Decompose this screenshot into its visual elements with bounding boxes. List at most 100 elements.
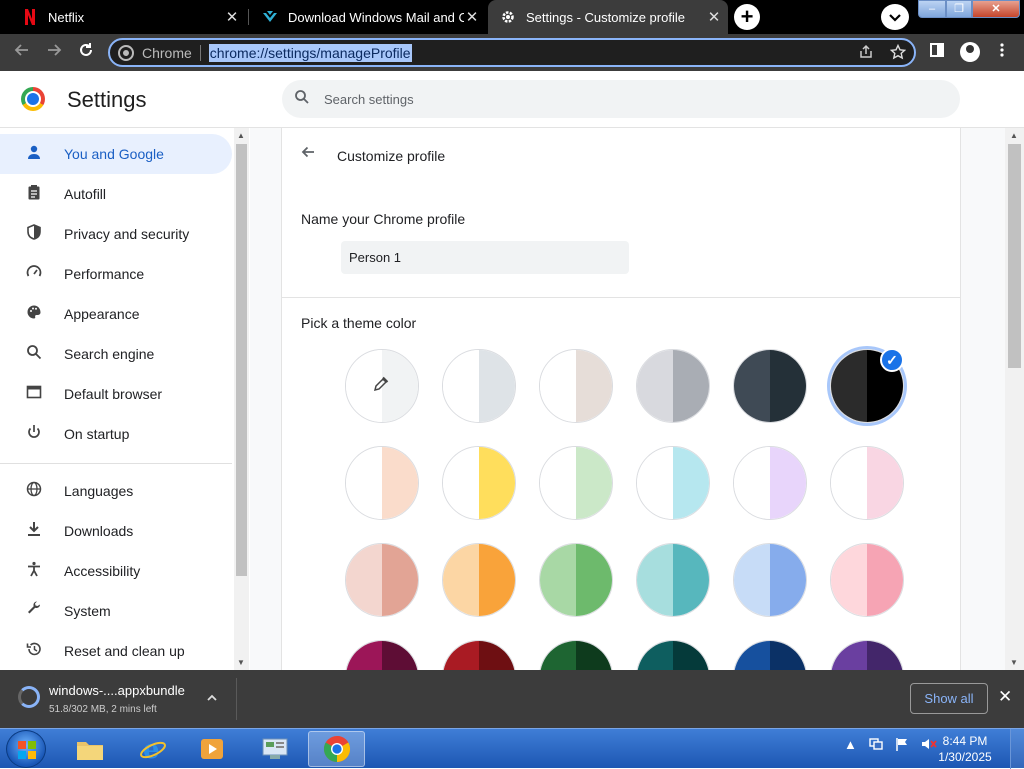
scroll-up-icon[interactable]: ▲ <box>237 131 245 140</box>
sidebar-item-reset-and-clean-up[interactable]: Reset and clean up <box>0 631 232 670</box>
sidebar-item-accessibility[interactable]: Accessibility <box>0 551 232 591</box>
action-center-flag-icon[interactable] <box>895 737 909 754</box>
back-button[interactable] <box>10 41 34 65</box>
theme-color-swatch[interactable] <box>733 640 807 673</box>
theme-color-swatch[interactable] <box>830 640 904 673</box>
scroll-down-icon[interactable]: ▼ <box>237 658 245 667</box>
theme-color-swatch[interactable] <box>345 543 419 617</box>
site-info-chip[interactable]: Chrome <box>118 44 192 61</box>
download-filename[interactable]: windows-....appxbundle <box>49 683 185 698</box>
theme-color-swatch[interactable] <box>636 446 710 520</box>
theme-color-swatch[interactable] <box>636 349 710 423</box>
minimize-button[interactable]: – <box>918 0 946 18</box>
theme-color-swatch[interactable] <box>345 640 419 673</box>
swatch-right-half <box>673 447 709 519</box>
system-tray: ▲ <box>844 737 937 754</box>
show-hidden-icons[interactable]: ▲ <box>844 737 857 754</box>
sidebar-item-performance[interactable]: Performance <box>0 254 232 294</box>
theme-color-swatch[interactable] <box>442 446 516 520</box>
profile-avatar-button[interactable] <box>960 42 980 62</box>
tab-download-windows-mail[interactable]: Download Windows Mail and Ca ✕ <box>250 0 486 34</box>
tab-settings[interactable]: Settings - Customize profile ✕ <box>488 0 728 34</box>
reload-button[interactable] <box>74 41 98 65</box>
taskbar-control-panel[interactable] <box>246 731 303 767</box>
sidebar-scrollbar[interactable]: ▲ ▼ <box>234 128 249 670</box>
tab-netflix[interactable]: Netflix ✕ <box>10 0 246 34</box>
theme-color-swatch[interactable] <box>636 640 710 673</box>
taskbar-media-player[interactable] <box>183 731 240 767</box>
tab-close-icon[interactable]: ✕ <box>706 8 722 26</box>
tab-close-icon[interactable]: ✕ <box>464 8 480 26</box>
back-arrow-icon[interactable] <box>300 144 316 165</box>
sidebar-item-downloads[interactable]: Downloads <box>0 511 232 551</box>
scroll-up-icon[interactable]: ▲ <box>1010 131 1018 140</box>
taskbar-clock[interactable]: 8:44 PM 1/30/2025 <box>930 733 1000 765</box>
download-options-button[interactable] <box>206 690 218 705</box>
url-text[interactable]: chrome://settings/manageProfile <box>208 43 412 62</box>
taskbar-chrome[interactable] <box>308 731 365 767</box>
swatch-right-half <box>770 447 806 519</box>
sidebar-scroll-thumb[interactable] <box>236 144 247 576</box>
theme-color-swatch[interactable] <box>345 349 419 423</box>
theme-color-swatch[interactable] <box>733 446 807 520</box>
show-desktop-button[interactable] <box>1010 729 1024 769</box>
tab-search-button[interactable] <box>881 4 909 30</box>
start-button[interactable] <box>6 730 46 768</box>
address-bar[interactable]: Chrome chrome://settings/manageProfile <box>108 38 916 67</box>
sidebar-item-privacy-and-security[interactable]: Privacy and security <box>0 214 232 254</box>
sidebar-item-label: Privacy and security <box>64 226 190 242</box>
sidebar-item-you-and-google[interactable]: You and Google <box>0 134 232 174</box>
theme-color-swatch[interactable] <box>733 349 807 423</box>
power-icon <box>24 424 44 444</box>
side-panel-icon[interactable] <box>929 42 945 63</box>
scroll-down-icon[interactable]: ▼ <box>1010 658 1018 667</box>
speedometer-icon <box>24 264 44 284</box>
forward-button[interactable] <box>42 41 66 65</box>
theme-color-swatch[interactable] <box>539 543 613 617</box>
theme-color-swatch[interactable] <box>539 640 613 673</box>
sidebar-item-languages[interactable]: Languages <box>0 471 232 511</box>
new-tab-button[interactable]: + <box>734 4 760 30</box>
sidebar-item-system[interactable]: System <box>0 591 232 631</box>
network-icon[interactable] <box>869 737 883 754</box>
swatch-left-half <box>831 447 867 519</box>
theme-color-swatch[interactable] <box>636 543 710 617</box>
more-menu-icon[interactable] <box>999 42 1005 63</box>
taskbar-internet-explorer[interactable]: e <box>124 731 181 767</box>
theme-color-swatch[interactable] <box>442 640 516 673</box>
windows-logo-icon <box>18 741 36 759</box>
taskbar-file-explorer[interactable] <box>61 731 118 767</box>
page-scroll-thumb[interactable] <box>1008 144 1021 368</box>
gear-icon <box>500 9 516 25</box>
show-all-downloads-button[interactable]: Show all <box>910 683 988 714</box>
theme-color-swatch[interactable] <box>830 446 904 520</box>
swatch-right-half <box>576 544 612 616</box>
close-window-button[interactable]: ✕ <box>972 0 1020 18</box>
customize-profile-card: Customize profile Name your Chrome profi… <box>281 128 961 673</box>
sidebar-item-label: On startup <box>64 426 130 442</box>
theme-color-swatch[interactable] <box>442 349 516 423</box>
swatch-left-half <box>831 544 867 616</box>
sidebar-item-appearance[interactable]: Appearance <box>0 294 232 334</box>
restore-button[interactable]: ❐ <box>946 0 972 18</box>
tab-close-icon[interactable]: ✕ <box>224 8 240 26</box>
swatch-left-half <box>443 447 479 519</box>
swatch-right-half <box>770 641 806 673</box>
profile-name-input[interactable] <box>341 241 629 274</box>
sidebar-item-default-browser[interactable]: Default browser <box>0 374 232 414</box>
search-settings-input[interactable]: Search settings <box>282 80 960 118</box>
share-icon[interactable] <box>858 44 874 64</box>
theme-color-swatch[interactable] <box>442 543 516 617</box>
theme-color-swatch[interactable] <box>733 543 807 617</box>
sidebar-item-autofill[interactable]: Autofill <box>0 174 232 214</box>
page-scrollbar[interactable]: ▲ ▼ <box>1005 128 1024 670</box>
subpage-title: Customize profile <box>337 148 446 164</box>
theme-color-swatch[interactable] <box>539 349 613 423</box>
sidebar-item-search-engine[interactable]: Search engine <box>0 334 232 374</box>
theme-color-swatch[interactable] <box>345 446 419 520</box>
theme-color-swatch[interactable] <box>539 446 613 520</box>
close-download-shelf-icon[interactable]: ✕ <box>998 687 1012 707</box>
theme-color-swatch[interactable] <box>830 543 904 617</box>
sidebar-item-on-startup[interactable]: On startup <box>0 414 232 454</box>
bookmark-star-icon[interactable] <box>889 43 907 64</box>
